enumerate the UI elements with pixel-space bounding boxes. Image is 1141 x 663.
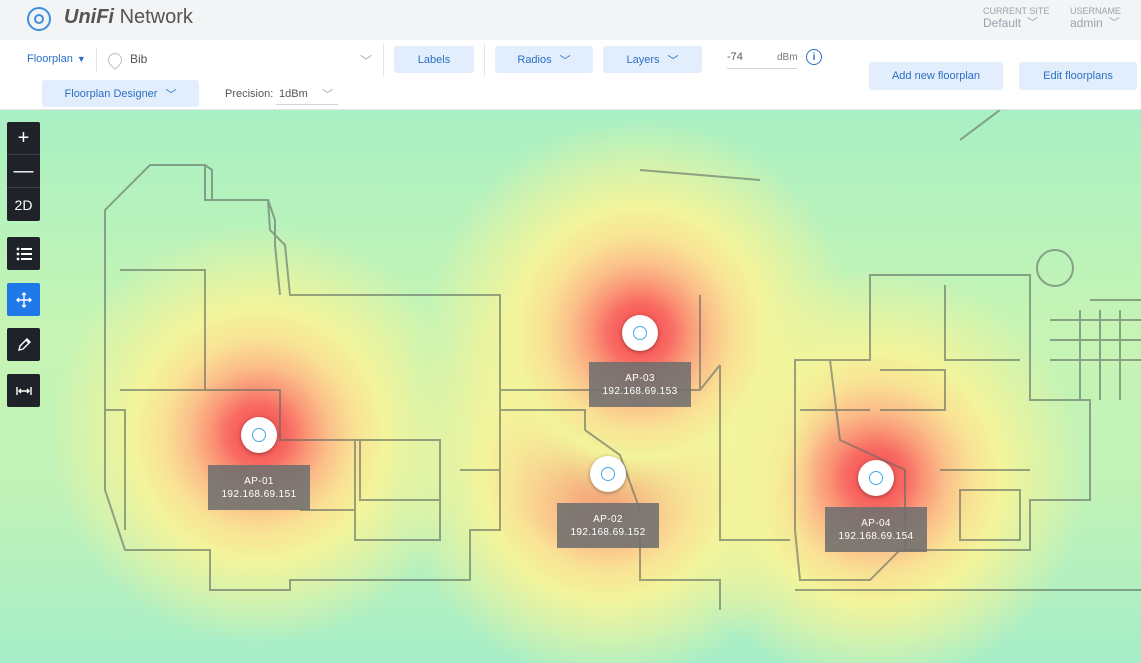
floorplan-toolbar: Floorplan ▼ Bib ﹀ Labels Radios ﹀ Layers… [0, 40, 1141, 110]
signal-threshold-input[interactable]: -74 [727, 51, 743, 63]
floorplan-map[interactable]: + — 2D AP-01 192.168.69.151 AP-02 192.16… [0, 110, 1141, 663]
chevron-down-icon[interactable]: ﹀ [360, 52, 372, 69]
radios-button[interactable]: Radios ﹀ [495, 46, 593, 73]
floorplan-menu[interactable]: Floorplan ▼ [27, 53, 86, 65]
unifi-logo-icon[interactable] [27, 7, 51, 31]
chevron-down-icon: ﹀ [1108, 17, 1120, 29]
divider [484, 44, 485, 76]
access-point-icon[interactable] [590, 456, 626, 492]
list-button[interactable] [7, 237, 40, 270]
ap-label[interactable]: AP-04 192.168.69.154 [825, 507, 927, 552]
pencil-icon [17, 337, 31, 351]
access-point-icon[interactable] [622, 315, 658, 351]
chevron-down-icon: ﹀ [667, 54, 679, 67]
current-site-selector[interactable]: CURRENT SITE Default ﹀ [983, 5, 1049, 29]
signal-unit: dBm [777, 52, 798, 63]
zoom-controls: + — 2D [7, 122, 40, 221]
ap-name: AP-02 [593, 513, 623, 525]
layers-button[interactable]: Layers ﹀ [603, 46, 702, 73]
info-icon[interactable]: i [806, 49, 822, 65]
input-underline [727, 68, 797, 69]
chevron-down-icon: ﹀ [165, 88, 177, 101]
top-bar: UniFi Network CURRENT SITE Default ﹀ USER… [0, 0, 1141, 40]
divider [96, 48, 97, 72]
floor-name[interactable]: Bib [130, 52, 147, 66]
measure-tool-button[interactable] [7, 374, 40, 407]
ap-ip: 192.168.69.154 [838, 530, 914, 542]
draw-tool-button[interactable] [7, 328, 40, 361]
zoom-out-button[interactable]: — [7, 155, 40, 188]
select-underline [276, 104, 338, 105]
view-mode-2d-button[interactable]: 2D [7, 188, 40, 221]
username-selector[interactable]: USERNAME admin ﹀ [1070, 5, 1121, 29]
precision-select[interactable]: 1dBm [279, 88, 308, 100]
floorplan-designer-button[interactable]: Floorplan Designer ﹀ [42, 80, 199, 107]
ap-label[interactable]: AP-03 192.168.69.153 [589, 362, 691, 407]
ap-ip: 192.168.69.151 [221, 488, 297, 500]
list-icon [16, 247, 32, 260]
labels-button[interactable]: Labels [394, 46, 474, 73]
move-tool-button[interactable] [7, 283, 40, 316]
precision-label: Precision: [225, 88, 274, 100]
chevron-down-icon: ﹀ [1027, 17, 1039, 29]
ap-label[interactable]: AP-02 192.168.69.152 [557, 503, 659, 548]
username-value: admin [1070, 16, 1103, 30]
ap-ip: 192.168.69.152 [570, 526, 646, 538]
zoom-in-button[interactable]: + [7, 122, 40, 155]
access-point-icon[interactable] [241, 417, 277, 453]
location-pin-icon [105, 50, 125, 70]
divider [383, 44, 384, 76]
edit-floorplans-button[interactable]: Edit floorplans [1019, 62, 1137, 90]
floorplan-drawing [104, 110, 1141, 610]
current-site-value: Default [983, 16, 1022, 30]
brand-title: UniFi Network [64, 6, 193, 28]
ap-label[interactable]: AP-01 192.168.69.151 [208, 465, 310, 510]
access-point-icon[interactable] [858, 460, 894, 496]
chevron-down-icon[interactable]: ﹀ [322, 86, 333, 102]
chevron-down-icon: ▼ [76, 54, 86, 64]
ap-name: AP-04 [861, 517, 891, 529]
add-floorplan-button[interactable]: Add new floorplan [869, 62, 1003, 90]
ap-name: AP-03 [625, 372, 655, 384]
ap-ip: 192.168.69.153 [602, 385, 678, 397]
ap-name: AP-01 [244, 475, 274, 487]
measure-icon [15, 386, 32, 395]
move-icon [15, 291, 32, 308]
chevron-down-icon: ﹀ [559, 54, 571, 67]
